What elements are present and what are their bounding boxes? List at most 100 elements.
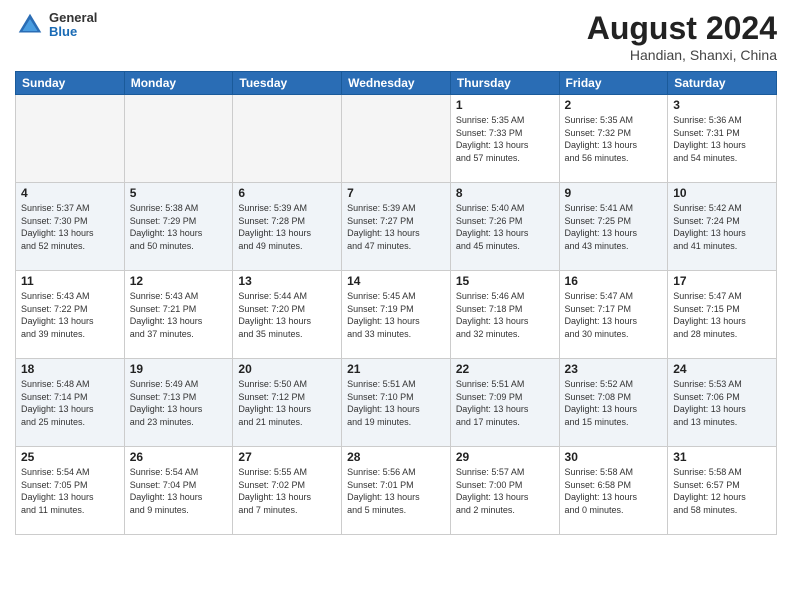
- cell-info: Sunrise: 5:39 AMSunset: 7:28 PMDaylight:…: [238, 202, 336, 252]
- cell-info: Sunrise: 5:41 AMSunset: 7:25 PMDaylight:…: [565, 202, 663, 252]
- calendar-week-row: 1 Sunrise: 5:35 AMSunset: 7:33 PMDaylight…: [16, 95, 777, 183]
- day-number: 8: [456, 186, 554, 200]
- day-number: 1: [456, 98, 554, 112]
- day-number: 11: [21, 274, 119, 288]
- day-number: 15: [456, 274, 554, 288]
- day-number: 18: [21, 362, 119, 376]
- table-row: 22 Sunrise: 5:51 AMSunset: 7:09 PMDayligh…: [450, 359, 559, 447]
- cell-info: Sunrise: 5:37 AMSunset: 7:30 PMDaylight:…: [21, 202, 119, 252]
- calendar-week-row: 25Sunrise: 5:54 AMSunset: 7:05 PMDayligh…: [16, 447, 777, 535]
- table-row: [16, 95, 125, 183]
- day-number: 26: [130, 450, 228, 464]
- table-row: 4 Sunrise: 5:37 AMSunset: 7:30 PMDaylight…: [16, 183, 125, 271]
- table-row: [342, 95, 451, 183]
- day-number: 9: [565, 186, 663, 200]
- table-row: 19 Sunrise: 5:49 AMSunset: 7:13 PMDayligh…: [124, 359, 233, 447]
- table-row: 29 Sunrise: 5:57 AMSunset: 7:00 PMDayligh…: [450, 447, 559, 535]
- table-row: 28 Sunrise: 5:56 AMSunset: 7:01 PMDayligh…: [342, 447, 451, 535]
- table-row: 18 Sunrise: 5:48 AMSunset: 7:14 PMDayligh…: [16, 359, 125, 447]
- day-number: 6: [238, 186, 336, 200]
- col-wednesday: Wednesday: [342, 72, 451, 95]
- table-row: 31 Sunrise: 5:58 AMSunset: 6:57 PMDayligh…: [668, 447, 777, 535]
- day-number: 10: [673, 186, 771, 200]
- cell-info: Sunrise: 5:35 AMSunset: 7:33 PMDaylight:…: [456, 114, 554, 164]
- month-year: August 2024: [587, 10, 777, 47]
- cell-info: Sunrise: 5:51 AMSunset: 7:09 PMDaylight:…: [456, 378, 554, 428]
- table-row: 30 Sunrise: 5:58 AMSunset: 6:58 PMDayligh…: [559, 447, 668, 535]
- day-number: 16: [565, 274, 663, 288]
- table-row: 14 Sunrise: 5:45 AMSunset: 7:19 PMDayligh…: [342, 271, 451, 359]
- logo-icon: [15, 10, 45, 40]
- day-number: 25: [21, 450, 119, 464]
- cell-info: Sunrise: 5:50 AMSunset: 7:12 PMDaylight:…: [238, 378, 336, 428]
- cell-info: Sunrise: 5:48 AMSunset: 7:14 PMDaylight:…: [21, 378, 119, 428]
- page: General Blue August 2024 Handian, Shanxi…: [0, 0, 792, 612]
- col-tuesday: Tuesday: [233, 72, 342, 95]
- table-row: 1 Sunrise: 5:35 AMSunset: 7:33 PMDaylight…: [450, 95, 559, 183]
- table-row: 17Sunrise: 5:47 AMSunset: 7:15 PMDayligh…: [668, 271, 777, 359]
- day-number: 30: [565, 450, 663, 464]
- table-row: 10 Sunrise: 5:42 AMSunset: 7:24 PMDayligh…: [668, 183, 777, 271]
- calendar: Sunday Monday Tuesday Wednesday Thursday…: [15, 71, 777, 535]
- col-thursday: Thursday: [450, 72, 559, 95]
- cell-info: Sunrise: 5:58 AMSunset: 6:57 PMDaylight:…: [673, 466, 771, 516]
- table-row: 6 Sunrise: 5:39 AMSunset: 7:28 PMDaylight…: [233, 183, 342, 271]
- day-number: 12: [130, 274, 228, 288]
- table-row: [233, 95, 342, 183]
- cell-info: Sunrise: 5:51 AMSunset: 7:10 PMDaylight:…: [347, 378, 445, 428]
- table-row: 5 Sunrise: 5:38 AMSunset: 7:29 PMDaylight…: [124, 183, 233, 271]
- cell-info: Sunrise: 5:54 AMSunset: 7:04 PMDaylight:…: [130, 466, 228, 516]
- cell-info: Sunrise: 5:49 AMSunset: 7:13 PMDaylight:…: [130, 378, 228, 428]
- cell-info: Sunrise: 5:38 AMSunset: 7:29 PMDaylight:…: [130, 202, 228, 252]
- cell-info: Sunrise: 5:44 AMSunset: 7:20 PMDaylight:…: [238, 290, 336, 340]
- table-row: 13Sunrise: 5:44 AMSunset: 7:20 PMDayligh…: [233, 271, 342, 359]
- day-number: 21: [347, 362, 445, 376]
- table-row: 2 Sunrise: 5:35 AMSunset: 7:32 PMDaylight…: [559, 95, 668, 183]
- header: General Blue August 2024 Handian, Shanxi…: [15, 10, 777, 63]
- cell-info: Sunrise: 5:58 AMSunset: 6:58 PMDaylight:…: [565, 466, 663, 516]
- table-row: 26 Sunrise: 5:54 AMSunset: 7:04 PMDayligh…: [124, 447, 233, 535]
- table-row: 7 Sunrise: 5:39 AMSunset: 7:27 PMDaylight…: [342, 183, 451, 271]
- cell-info: Sunrise: 5:43 AMSunset: 7:22 PMDaylight:…: [21, 290, 119, 340]
- day-number: 14: [347, 274, 445, 288]
- day-number: 7: [347, 186, 445, 200]
- cell-info: Sunrise: 5:52 AMSunset: 7:08 PMDaylight:…: [565, 378, 663, 428]
- day-number: 5: [130, 186, 228, 200]
- calendar-week-row: 11 Sunrise: 5:43 AMSunset: 7:22 PMDayligh…: [16, 271, 777, 359]
- col-saturday: Saturday: [668, 72, 777, 95]
- cell-info: Sunrise: 5:35 AMSunset: 7:32 PMDaylight:…: [565, 114, 663, 164]
- table-row: 15Sunrise: 5:46 AMSunset: 7:18 PMDayligh…: [450, 271, 559, 359]
- day-number: 2: [565, 98, 663, 112]
- cell-info: Sunrise: 5:56 AMSunset: 7:01 PMDaylight:…: [347, 466, 445, 516]
- table-row: 3 Sunrise: 5:36 AMSunset: 7:31 PMDaylight…: [668, 95, 777, 183]
- cell-info: Sunrise: 5:39 AMSunset: 7:27 PMDaylight:…: [347, 202, 445, 252]
- table-row: 23Sunrise: 5:52 AMSunset: 7:08 PMDayligh…: [559, 359, 668, 447]
- table-row: 8Sunrise: 5:40 AMSunset: 7:26 PMDaylight…: [450, 183, 559, 271]
- day-number: 31: [673, 450, 771, 464]
- cell-info: Sunrise: 5:36 AMSunset: 7:31 PMDaylight:…: [673, 114, 771, 164]
- day-number: 29: [456, 450, 554, 464]
- calendar-week-row: 4 Sunrise: 5:37 AMSunset: 7:30 PMDaylight…: [16, 183, 777, 271]
- cell-info: Sunrise: 5:47 AMSunset: 7:17 PMDaylight:…: [565, 290, 663, 340]
- col-sunday: Sunday: [16, 72, 125, 95]
- table-row: [124, 95, 233, 183]
- table-row: 24Sunrise: 5:53 AMSunset: 7:06 PMDayligh…: [668, 359, 777, 447]
- cell-info: Sunrise: 5:47 AMSunset: 7:15 PMDaylight:…: [673, 290, 771, 340]
- title-block: August 2024 Handian, Shanxi, China: [587, 10, 777, 63]
- col-friday: Friday: [559, 72, 668, 95]
- logo-text: General Blue: [49, 11, 97, 40]
- table-row: 25Sunrise: 5:54 AMSunset: 7:05 PMDayligh…: [16, 447, 125, 535]
- day-number: 28: [347, 450, 445, 464]
- cell-info: Sunrise: 5:45 AMSunset: 7:19 PMDaylight:…: [347, 290, 445, 340]
- day-number: 3: [673, 98, 771, 112]
- cell-info: Sunrise: 5:42 AMSunset: 7:24 PMDaylight:…: [673, 202, 771, 252]
- logo: General Blue: [15, 10, 97, 40]
- cell-info: Sunrise: 5:57 AMSunset: 7:00 PMDaylight:…: [456, 466, 554, 516]
- day-number: 24: [673, 362, 771, 376]
- day-number: 4: [21, 186, 119, 200]
- day-number: 27: [238, 450, 336, 464]
- day-number: 22: [456, 362, 554, 376]
- location: Handian, Shanxi, China: [587, 47, 777, 63]
- table-row: 12Sunrise: 5:43 AMSunset: 7:21 PMDayligh…: [124, 271, 233, 359]
- day-number: 19: [130, 362, 228, 376]
